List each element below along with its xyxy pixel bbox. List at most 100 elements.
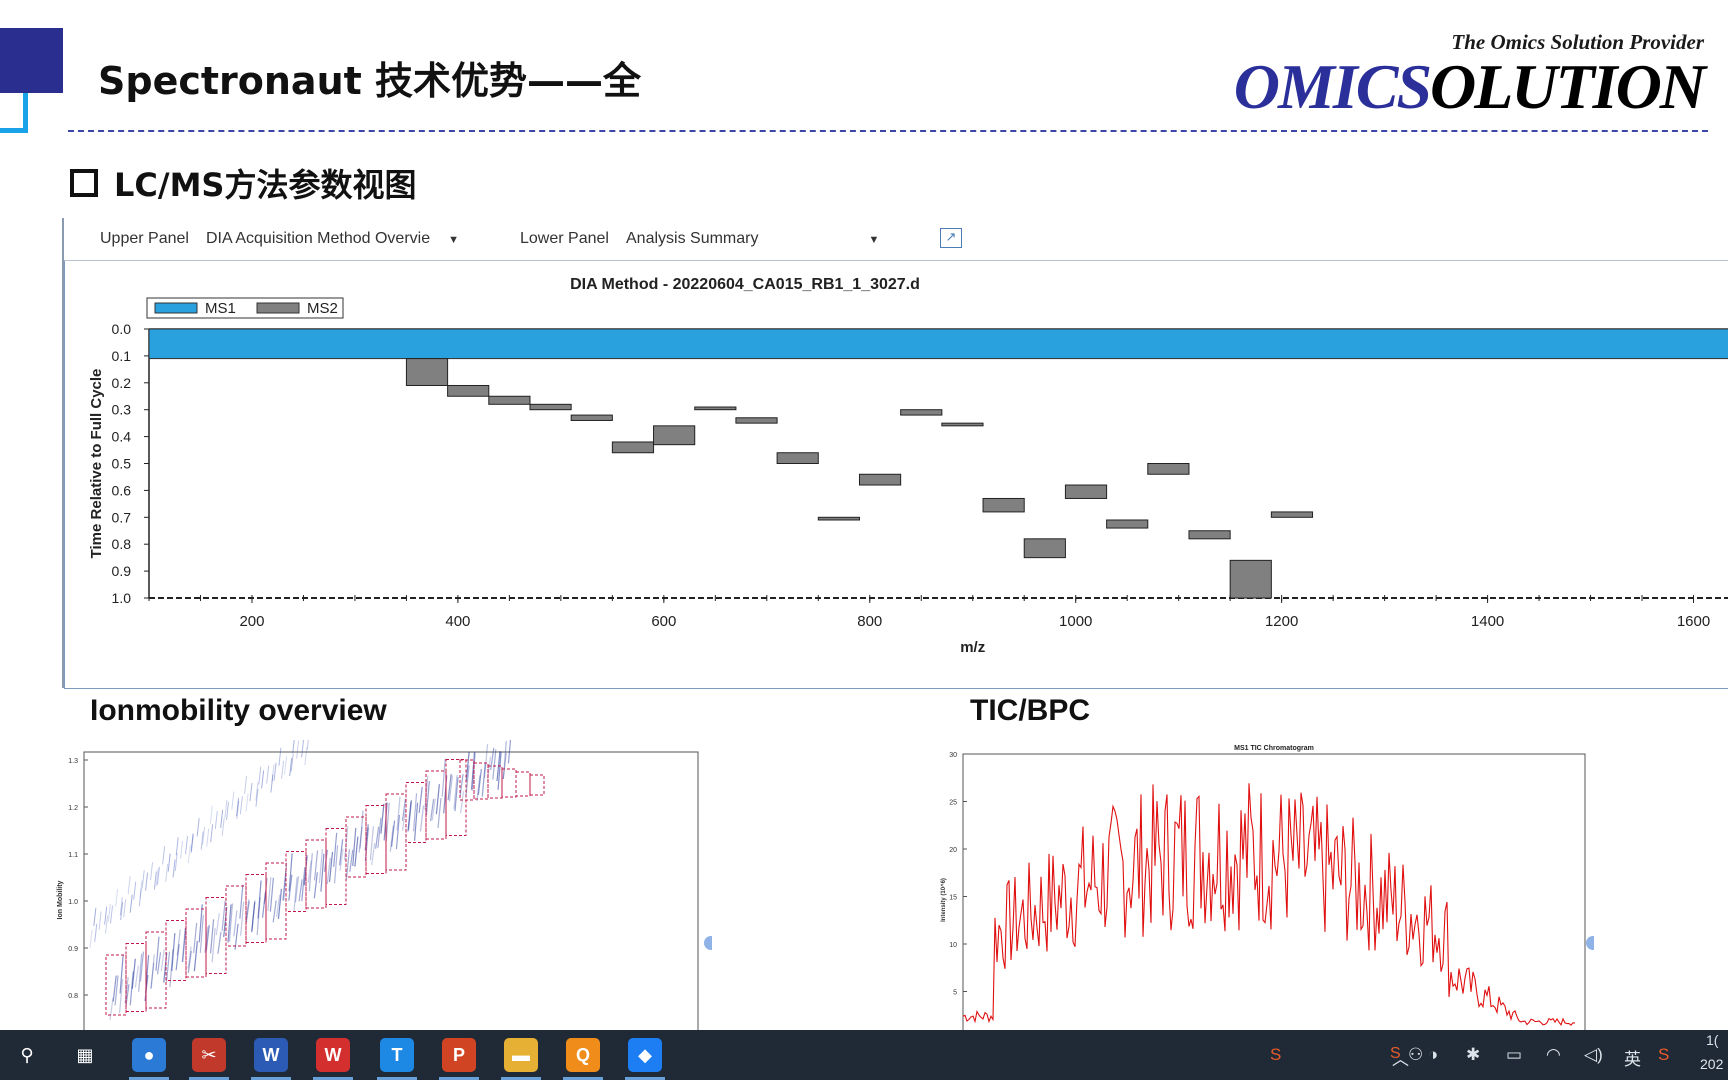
x-tick-label: 1400: [1471, 613, 1504, 630]
tic-thumbnail: MS1 TIC Chromatogram 30 25 20 15 10 5 Intensity…: [935, 740, 1595, 1030]
y-tick-label: 25: [949, 800, 957, 807]
ms2-window-1: [405, 358, 449, 386]
ms2-window-7: [653, 425, 696, 446]
y-tick-label: 0.2: [112, 375, 132, 391]
logo-part-1: OMICS: [1233, 51, 1432, 122]
lower-panel-label: Lower Panel: [520, 230, 609, 247]
y-tick-label: 0.3: [112, 402, 132, 418]
ms2-window-4: [529, 403, 572, 411]
y-tick-label: 0.9: [68, 946, 78, 953]
ms2-window-16: [1023, 538, 1066, 559]
ms2-window-2: [447, 384, 490, 397]
ms2-window-3: [488, 395, 531, 405]
y-tick-label: 0.7: [112, 509, 132, 525]
ms1-window: [148, 328, 1728, 360]
y-tick-label: 1.1: [68, 852, 78, 859]
clock-time[interactable]: 1(: [1706, 1032, 1718, 1048]
tic-chart: MS1 TIC Chromatogram 30 25 20 15 10 5 Intensity…: [941, 745, 1586, 1030]
y-tick-label: 20: [949, 847, 957, 854]
volume-icon[interactable]: ◁): [1584, 1045, 1603, 1065]
x-tick-label: 600: [651, 613, 676, 630]
ime-indicator[interactable]: 英: [1624, 1045, 1641, 1070]
word-icon[interactable]: W: [254, 1038, 288, 1072]
wps-icon[interactable]: W: [316, 1038, 350, 1072]
search-app-icon[interactable]: Q: [566, 1038, 600, 1072]
chart-title: DIA Method - 20220604_CA015_RB1_1_3027.d: [570, 276, 920, 293]
chrome-icon[interactable]: ●: [132, 1038, 166, 1072]
y-tick-label: 15: [949, 895, 957, 902]
ms2-window-9: [735, 417, 778, 424]
x-tick-label: 400: [445, 613, 470, 630]
sogou-ime-icon[interactable]: S: [1658, 1045, 1669, 1065]
checkbox-bullet-icon: [70, 169, 98, 197]
x-tick-label: 800: [857, 613, 882, 630]
resize-handle[interactable]: [704, 936, 712, 950]
y-axis-label: Ion Mobility: [57, 880, 64, 919]
ionmobility-heading: Ionmobility overview: [90, 694, 387, 727]
snipaste-icon[interactable]: ✂: [192, 1038, 226, 1072]
ms2-window-10: [776, 452, 819, 465]
upper-panel-dropdown[interactable]: DIA Acquisition Method Overvie ▼: [206, 230, 459, 248]
logo-part-2: OLUTION: [1430, 51, 1706, 122]
company-logo: OMICSOLUTION: [1233, 51, 1706, 122]
chart-title: MS1 TIC Chromatogram: [1234, 745, 1314, 752]
windows-taskbar: ⚇ S S ︿ ◑ ✱ ▭ ◠ ◁) 英 S 1( 202 ⚲ ▦ ● ✂ W W T P ▬ Q…: [0, 1030, 1728, 1080]
header-divider: [68, 130, 1708, 132]
y-tick-label: 30: [949, 752, 957, 759]
chevron-down-icon[interactable]: ▼: [868, 234, 879, 246]
legend-label-ms2: MS2: [307, 300, 338, 317]
corner-accent-line: [0, 93, 28, 133]
y-tick-label: 0.0: [112, 321, 132, 337]
y-tick-label: 0.8: [112, 536, 132, 552]
ms2-window-13: [900, 409, 943, 416]
ms2-window-8: [694, 406, 737, 411]
ms2-window-18: [1106, 519, 1149, 529]
x-tick-label: 1600: [1677, 613, 1710, 630]
slide: Spectronaut 技术优势——全 The Omics Solution P…: [0, 0, 1728, 1030]
y-tick-label: 10: [949, 942, 957, 949]
tencent-meeting-icon[interactable]: T: [380, 1038, 414, 1072]
lower-panel-value: Analysis Summary: [626, 230, 759, 247]
x-axis-label: m/z: [960, 639, 985, 656]
resize-handle[interactable]: [1586, 936, 1594, 950]
y-axis-label: Time Relative to Full Cycle: [88, 369, 105, 559]
corner-decoration: [0, 28, 63, 93]
powerpoint-icon[interactable]: P: [442, 1038, 476, 1072]
ms2-window-15: [982, 497, 1025, 513]
ms2-window-14: [941, 422, 984, 427]
legend-swatch-ms1: [154, 302, 198, 314]
people-icon[interactable]: ⚇: [1408, 1045, 1423, 1065]
lower-panel-dropdown[interactable]: Analysis Summary ▼: [626, 230, 879, 248]
y-tick-label: 1.0: [112, 590, 132, 606]
wifi-icon[interactable]: ◠: [1546, 1045, 1561, 1065]
popout-icon[interactable]: ↗: [940, 228, 962, 248]
y-tick-label: 0.5: [112, 456, 132, 472]
y-tick-label: 0.9: [112, 563, 132, 579]
y-tick-label: 0.8: [68, 993, 78, 1000]
task-view-icon[interactable]: ▦: [68, 1038, 102, 1072]
y-tick-label: 5: [953, 990, 957, 997]
upper-panel-label: Upper Panel: [100, 230, 189, 247]
tic-bpc-heading: TIC/BPC: [970, 694, 1090, 727]
ms2-window-19: [1147, 463, 1190, 475]
network-icon[interactable]: ◑: [1428, 1045, 1438, 1065]
bluetooth-icon[interactable]: ✱: [1466, 1045, 1480, 1065]
ms2-window-6: [611, 441, 655, 454]
legend-swatch-ms2: [256, 302, 300, 314]
plot-frame: [962, 753, 1586, 1030]
slide-title: Spectronaut 技术优势——全: [98, 59, 642, 103]
ms2-window-21: [1229, 559, 1272, 599]
show-hidden-icons[interactable]: ︿: [1392, 1045, 1409, 1070]
sogou-tray-icon[interactable]: S: [1270, 1045, 1281, 1065]
feishu-icon[interactable]: ◆: [628, 1038, 662, 1072]
y-axis-label: Intensity (10^6): [941, 878, 947, 922]
battery-icon[interactable]: ▭: [1506, 1045, 1522, 1065]
search-icon[interactable]: ⚲: [10, 1038, 44, 1072]
chevron-down-icon[interactable]: ▼: [448, 234, 459, 246]
clock-date[interactable]: 202: [1700, 1056, 1723, 1072]
dia-method-plot: DIA Method - 20220604_CA015_RB1_1_3027.d…: [64, 261, 1728, 689]
y-tick-label: 0.1: [112, 348, 132, 364]
ms2-window-20: [1188, 530, 1231, 540]
density-streak: [292, 740, 295, 754]
file-explorer-icon[interactable]: ▬: [504, 1038, 538, 1072]
